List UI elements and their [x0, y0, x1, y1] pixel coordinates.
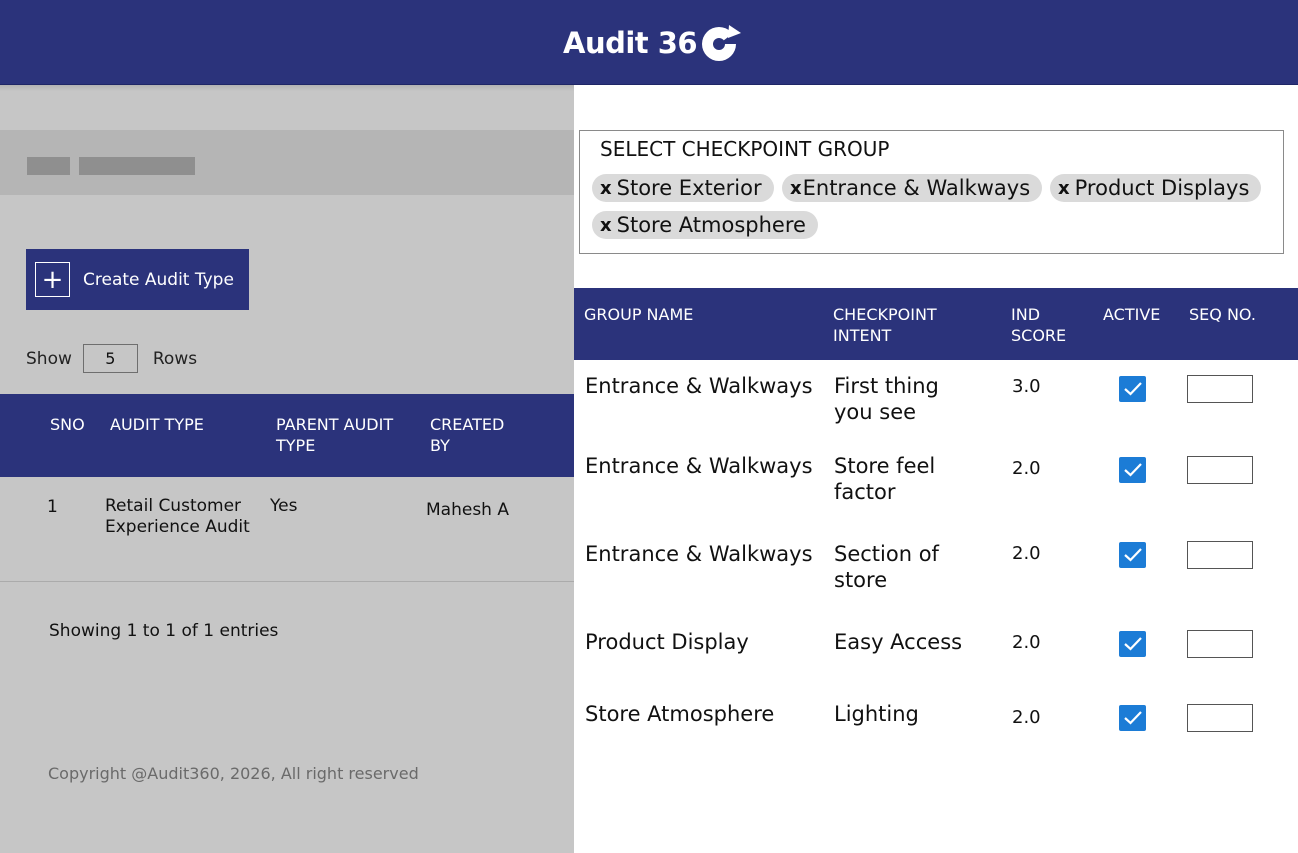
col-parent-audit-type[interactable]: PARENT AUDIT TYPE [276, 414, 411, 456]
active-checkbox[interactable] [1119, 542, 1146, 568]
remove-chip-icon[interactable]: x [1058, 178, 1070, 199]
panel-title-band [0, 130, 574, 195]
col-audit-type[interactable]: AUDIT TYPE [110, 414, 204, 435]
remove-chip-icon[interactable]: x [600, 178, 612, 199]
cell-group-name: Product Display [585, 630, 749, 654]
top-bar: Audit 36 [0, 0, 1298, 85]
brand-name: Audit 36 [563, 26, 698, 60]
chip-store-atmosphere: x Store Atmosphere [592, 211, 818, 239]
active-checkbox[interactable] [1119, 376, 1146, 402]
col-created-by[interactable]: CREATED BY [430, 414, 520, 456]
active-checkbox[interactable] [1119, 457, 1146, 483]
col-checkpoint-intent[interactable]: CHECKPOINT INTENT [833, 304, 953, 346]
cell-group-name: Entrance & Walkways [585, 454, 813, 478]
rows-count-input[interactable] [82, 344, 138, 373]
chip-label: Store Atmosphere [616, 213, 806, 237]
cell-ind-score: 2.0 [1012, 707, 1041, 728]
col-seq-no[interactable]: SEQ NO. [1189, 304, 1256, 325]
col-active[interactable]: ACTIVE [1103, 304, 1160, 325]
chip-store-exterior: x Store Exterior [592, 174, 774, 202]
rows-label: Rows [152, 348, 198, 369]
entries-info: Showing 1 to 1 of 1 entries [49, 621, 279, 641]
active-checkbox[interactable] [1119, 631, 1146, 657]
cell-created-by: Mahesh A [426, 500, 509, 520]
cell-group-name: Entrance & Walkways [585, 374, 813, 398]
cell-checkpoint-intent: Section of store [834, 542, 939, 592]
cell-group-name: Entrance & Walkways [585, 542, 813, 566]
chip-label: Product Displays [1074, 176, 1250, 200]
cell-ind-score: 3.0 [1012, 376, 1041, 397]
title-placeholder-short [27, 157, 70, 175]
col-sno[interactable]: SNO [50, 414, 85, 435]
chip-entrance-walkways: x Entrance & Walkways [782, 174, 1043, 202]
chip-product-displays: x Product Displays [1050, 174, 1262, 202]
checkpoint-group-title: SELECT CHECKPOINT GROUP [600, 137, 890, 161]
refresh-o-icon [702, 25, 742, 61]
create-audit-type-label: Create Audit Type [83, 269, 234, 290]
seq-no-input[interactable] [1187, 541, 1253, 569]
seq-no-input[interactable] [1187, 456, 1253, 484]
table-row[interactable]: 1 Retail Customer Experience Audit Yes M… [0, 477, 574, 582]
panel-shadow [0, 85, 574, 91]
audit-table-header: SNO AUDIT TYPE PARENT AUDIT TYPE CREATED… [0, 394, 574, 477]
cell-checkpoint-intent: Store feel factor [834, 454, 936, 504]
checkmark-icon [1123, 637, 1142, 651]
cell-ind-score: 2.0 [1012, 632, 1041, 653]
rows-per-page: Show Rows [26, 344, 197, 373]
cell-ind-score: 2.0 [1012, 458, 1041, 479]
plus-icon: + [35, 262, 70, 297]
audit-type-panel: + Create Audit Type Show Rows SNO AUDIT … [0, 85, 574, 853]
seq-no-input[interactable] [1187, 375, 1253, 403]
seq-no-input[interactable] [1187, 704, 1253, 732]
copyright-text: Copyright @Audit360, 2026, All right res… [48, 764, 419, 783]
cell-checkpoint-intent: First thing you see [834, 374, 939, 424]
col-ind-score[interactable]: IND SCORE [1011, 304, 1071, 346]
checkpoint-group-select[interactable]: SELECT CHECKPOINT GROUP x Store Exterior… [579, 130, 1284, 254]
cell-ind-score: 2.0 [1012, 543, 1041, 564]
cell-sno: 1 [47, 497, 58, 517]
cell-parent: Yes [270, 496, 298, 516]
brand-logo[interactable]: Audit 36 [563, 20, 742, 66]
cell-checkpoint-intent: Easy Access [834, 630, 963, 654]
remove-chip-icon[interactable]: x [600, 215, 612, 236]
checkmark-icon [1123, 548, 1142, 562]
remove-chip-icon[interactable]: x [790, 178, 802, 199]
col-group-name[interactable]: GROUP NAME [584, 304, 693, 325]
seq-no-input[interactable] [1187, 630, 1253, 658]
checkmark-icon [1123, 711, 1142, 725]
active-checkbox[interactable] [1119, 705, 1146, 731]
checkmark-icon [1123, 463, 1142, 477]
checkpoint-table-header: GROUP NAME CHECKPOINT INTENT IND SCORE A… [574, 288, 1298, 360]
cell-audit-type: Retail Customer Experience Audit [105, 496, 250, 537]
title-placeholder-long [79, 157, 195, 175]
chip-label: Entrance & Walkways [802, 176, 1031, 200]
cell-group-name: Store Atmosphere [585, 702, 775, 726]
chip-label: Store Exterior [616, 176, 762, 200]
show-label: Show [26, 348, 72, 369]
checkmark-icon [1123, 382, 1142, 396]
cell-checkpoint-intent: Lighting [834, 702, 919, 726]
create-audit-type-button[interactable]: + Create Audit Type [26, 249, 249, 310]
